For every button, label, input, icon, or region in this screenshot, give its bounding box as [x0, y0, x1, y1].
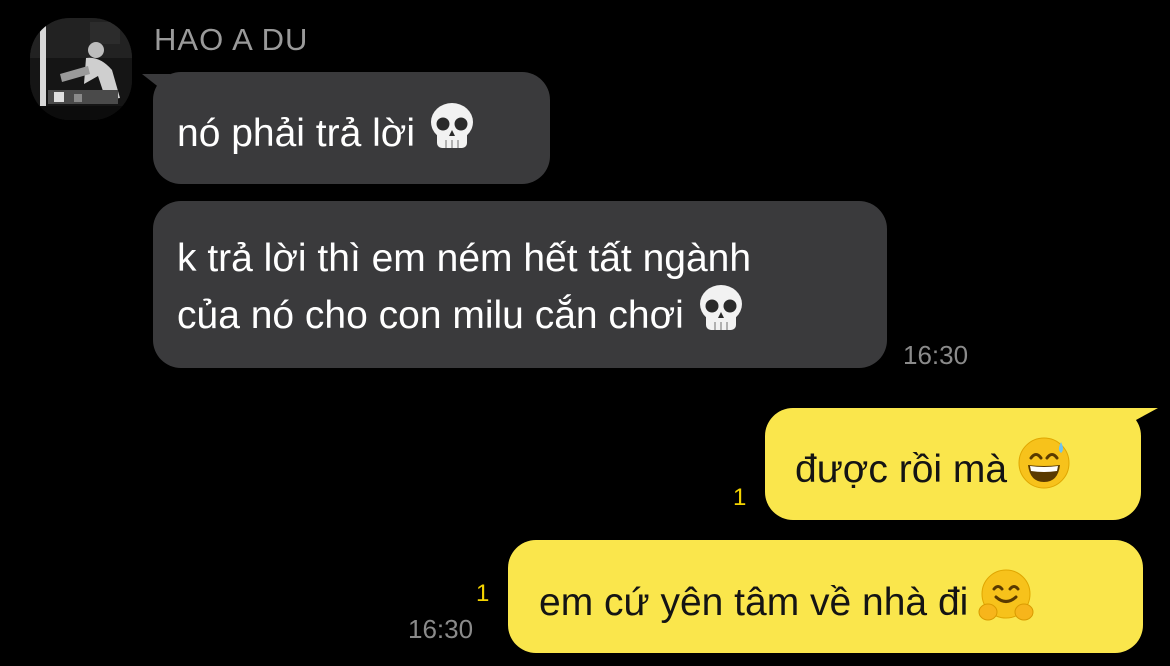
- incoming-message[interactable]: nó phải trả lời: [153, 72, 550, 184]
- outgoing-message[interactable]: em cứ yên tâm về nhà đi: [508, 540, 1143, 653]
- sender-name: HAO A DU: [154, 22, 309, 57]
- message-timestamp: 16:30: [903, 340, 969, 370]
- grinning-sweat-icon: [1017, 436, 1071, 503]
- unread-count: 1: [476, 580, 490, 607]
- message-text: được rồi mà: [795, 447, 1008, 491]
- hugging-face-icon: [978, 568, 1034, 637]
- skull-icon: [425, 100, 479, 167]
- message-text: nó phải trả lời: [177, 111, 416, 155]
- message-text-line: của nó cho con milu cắn chơi: [177, 293, 684, 337]
- skull-icon: [694, 282, 748, 349]
- incoming-message[interactable]: k trả lời thì em ném hết tất ngành của n…: [153, 201, 887, 368]
- avatar-photo: [30, 18, 132, 120]
- unread-count: 1: [733, 484, 747, 511]
- message-text-line: k trả lời thì em ném hết tất ngành: [177, 237, 752, 280]
- outgoing-message[interactable]: được rồi mà: [765, 408, 1141, 520]
- message-timestamp: 16:30: [408, 614, 474, 644]
- avatar[interactable]: [30, 18, 132, 120]
- message-text: em cứ yên tâm về nhà đi: [539, 580, 969, 624]
